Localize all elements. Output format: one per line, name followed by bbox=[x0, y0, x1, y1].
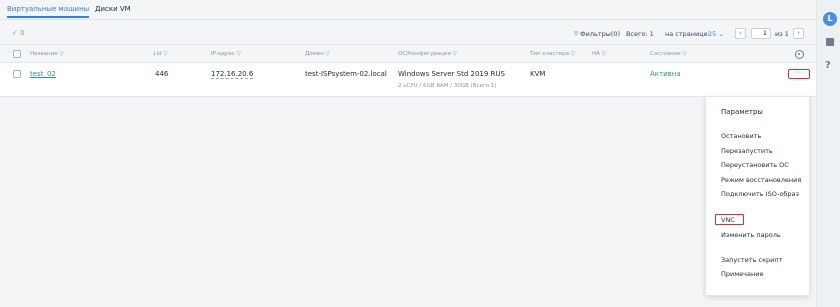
filters-label: Фильтры(0) bbox=[580, 30, 621, 38]
vm-page: Виртуальные машины Диски VM ✓ 0 ⩢ Фильтр… bbox=[0, 0, 840, 307]
table-row[interactable]: test_02 446 172.16.20.6 test-ISPsystem-0… bbox=[0, 63, 816, 97]
column-domain[interactable]: Домен ▽ bbox=[305, 51, 330, 57]
table-toolbar: ✓ 0 ⩢ Фильтры(0) Всего: 1 на странице: 2… bbox=[0, 22, 816, 44]
filter-icon: ▽ bbox=[163, 51, 168, 57]
column-name-label: Название bbox=[30, 51, 58, 57]
tab-vm-disks[interactable]: Диски VM bbox=[95, 5, 131, 13]
vm-actions-menu: Параметры × Остановить Перезапустить Пер… bbox=[705, 96, 828, 296]
per-page-value: 25 bbox=[708, 30, 717, 38]
vm-id: 446 bbox=[155, 70, 169, 78]
chevron-left-icon: ‹ bbox=[739, 29, 742, 37]
tab-virtual-machines[interactable]: Виртуальные машины bbox=[7, 5, 90, 18]
menu-item-stop[interactable]: Остановить bbox=[721, 132, 761, 140]
ellipsis-icon: ··· bbox=[793, 68, 805, 77]
vm-domain: test-ISPsystem-02.local bbox=[305, 70, 387, 78]
menu-item-note[interactable]: Примечание bbox=[721, 270, 763, 278]
column-os[interactable]: ОС/Конфигурация ▽ bbox=[398, 51, 457, 57]
menu-item-reinstall-os[interactable]: Переустановить ОС bbox=[721, 161, 789, 169]
column-cluster-label: Тип кластера bbox=[530, 51, 569, 57]
avatar[interactable]: L bbox=[823, 12, 837, 26]
chevron-right-icon: › bbox=[797, 29, 800, 37]
chevron-down-icon: ⌄ bbox=[718, 30, 724, 38]
page-input[interactable]: 1 bbox=[751, 28, 771, 39]
selection-count-value: 0 bbox=[20, 29, 25, 37]
menu-item-run-script[interactable]: Запустить скрипт bbox=[721, 256, 782, 264]
prev-page-button[interactable]: ‹ bbox=[735, 28, 746, 39]
help-icon[interactable]: ? bbox=[825, 60, 831, 71]
vm-table: Название ▽ ↓id ▽ IP-адрес ▽ Домен ▽ ОС/К… bbox=[0, 44, 816, 97]
menu-item-vnc[interactable]: VNC bbox=[721, 216, 735, 224]
menu-item-change-password[interactable]: Изменить пароль bbox=[721, 231, 781, 239]
table-header: Название ▽ ↓id ▽ IP-адрес ▽ Домен ▽ ОС/К… bbox=[0, 44, 816, 63]
column-ha-label: HA bbox=[592, 51, 600, 57]
column-domain-label: Домен bbox=[305, 51, 324, 57]
next-page-button[interactable]: › bbox=[793, 28, 804, 39]
filters-button[interactable]: ⩢ Фильтры(0) bbox=[574, 30, 620, 39]
column-id-label: id bbox=[156, 51, 162, 57]
gear-icon[interactable] bbox=[795, 50, 804, 59]
tab-bar: Виртуальные машины Диски VM bbox=[0, 0, 816, 20]
column-ha[interactable]: HA ▽ bbox=[592, 51, 606, 57]
vm-cluster-type: KVM bbox=[530, 70, 546, 78]
right-rail: L ? bbox=[816, 0, 840, 307]
column-ip[interactable]: IP-адрес ▽ bbox=[211, 51, 241, 57]
filter-icon: ▽ bbox=[601, 51, 606, 57]
filter-icon: ▽ bbox=[682, 51, 687, 57]
total-count: Всего: 1 bbox=[626, 30, 654, 38]
row-checkbox[interactable] bbox=[13, 70, 21, 78]
selection-count: ✓ 0 bbox=[12, 29, 25, 37]
vm-ip[interactable]: 172.16.20.6 bbox=[211, 70, 254, 79]
page-count: из 1 bbox=[775, 30, 789, 38]
filter-icon: ▽ bbox=[236, 51, 241, 57]
column-status-label: Состояние bbox=[650, 51, 681, 57]
column-id[interactable]: ↓id ▽ bbox=[152, 51, 168, 57]
filter-icon: ▽ bbox=[59, 51, 64, 57]
menu-item-recovery-mode[interactable]: Режим восстановления bbox=[721, 176, 801, 184]
column-cluster-type[interactable]: Тип кластера ▽ bbox=[530, 51, 575, 57]
vm-config: 2 vCPU / 6GB RAM / 30GB (Всего 1) bbox=[398, 83, 497, 89]
vm-os: Windows Server Std 2019 RUS bbox=[398, 70, 505, 78]
per-page-label: на странице: bbox=[665, 30, 710, 38]
filter-icon: ▽ bbox=[325, 51, 330, 57]
more-actions-button[interactable]: ··· bbox=[788, 69, 810, 79]
filter-icon: ▽ bbox=[452, 51, 457, 57]
select-all-checkbox[interactable] bbox=[13, 50, 21, 58]
book-icon[interactable] bbox=[826, 38, 834, 46]
filter-icon: ⩢ bbox=[574, 30, 578, 38]
column-os-label: ОС/Конфигурация bbox=[398, 51, 451, 57]
menu-item-restart[interactable]: Перезапустить bbox=[721, 147, 773, 155]
column-name[interactable]: Название ▽ bbox=[30, 51, 64, 57]
per-page-select[interactable]: 25 ⌄ bbox=[708, 30, 724, 38]
filter-icon: ▽ bbox=[570, 51, 575, 57]
menu-title: Параметры bbox=[721, 108, 763, 116]
column-status[interactable]: Состояние ▽ bbox=[650, 51, 687, 57]
menu-item-attach-iso[interactable]: Подключить ISO-образ bbox=[721, 190, 799, 198]
vm-name-link[interactable]: test_02 bbox=[30, 70, 56, 78]
column-ip-label: IP-адрес bbox=[211, 51, 235, 57]
status-badge: Активна bbox=[650, 70, 681, 78]
